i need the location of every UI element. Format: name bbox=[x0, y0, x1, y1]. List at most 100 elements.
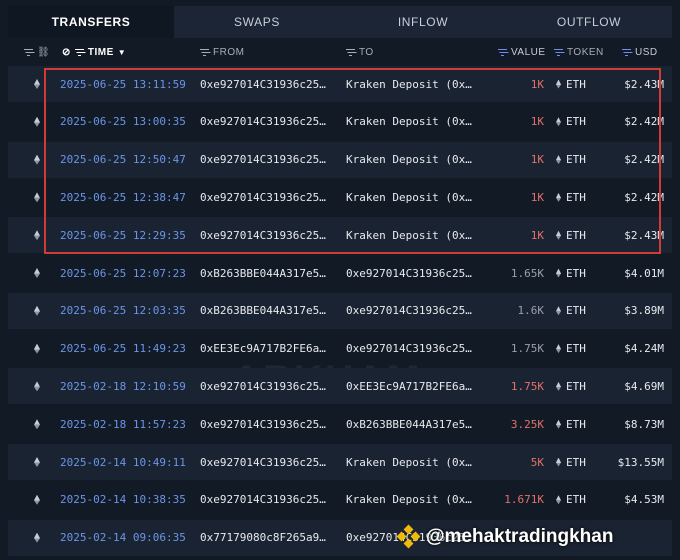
tab-inflow[interactable]: INFLOW bbox=[340, 6, 506, 38]
table-row[interactable]: 2025-06-25 13:00:35 0xe927014C31936c25… Kr… bbox=[8, 104, 672, 140]
eth-token-icon bbox=[556, 155, 561, 165]
filter-active-icon[interactable] bbox=[498, 48, 507, 56]
link-icon[interactable]: ⛓ bbox=[37, 47, 50, 58]
time-link[interactable]: 2025-06-25 12:29:35 bbox=[60, 217, 196, 253]
token-symbol: ETH bbox=[566, 190, 586, 204]
time-link[interactable]: 2025-06-25 12:38:47 bbox=[60, 179, 196, 215]
to-address[interactable]: Kraken Deposit (0x… bbox=[346, 104, 486, 140]
table-row[interactable]: 2025-06-25 12:07:23 0xB263BBE044A317e5… 0x… bbox=[8, 255, 672, 291]
from-address[interactable]: 0xB263BBE044A317e5… bbox=[200, 255, 340, 291]
token-cell[interactable]: ETH bbox=[556, 406, 596, 442]
from-address[interactable]: 0xe927014C31936c25… bbox=[200, 217, 340, 253]
usd-amount: $13.55M bbox=[617, 455, 664, 469]
table-row[interactable]: 2025-06-25 12:03:35 0xB263BBE044A317e5… 0x… bbox=[8, 292, 672, 329]
to-address[interactable]: Kraken Deposit (0x… bbox=[346, 179, 486, 215]
column-header-to[interactable]: TO bbox=[346, 38, 374, 66]
eth-token-icon bbox=[556, 117, 561, 127]
time-link[interactable]: 2025-02-14 10:49:11 bbox=[60, 444, 196, 480]
token-cell[interactable]: ETH bbox=[556, 66, 596, 102]
eth-token-icon bbox=[556, 306, 561, 316]
to-address[interactable]: Kraken Deposit (0x… bbox=[346, 482, 486, 518]
table-row[interactable]: 2025-06-25 12:50:47 0xe927014C31936c25… Kr… bbox=[8, 141, 672, 178]
from-address[interactable]: 0xB263BBE044A317e5… bbox=[200, 293, 340, 329]
table-row[interactable]: 2025-06-25 12:29:35 0xe927014C31936c25… Kr… bbox=[8, 217, 672, 254]
to-address[interactable]: 0xe927014C31936c25… bbox=[346, 255, 486, 291]
usd-amount: $4.53M bbox=[624, 493, 664, 507]
time-link[interactable]: 2025-06-25 13:00:35 bbox=[60, 104, 196, 140]
time-link[interactable]: 2025-02-18 11:57:23 bbox=[60, 406, 196, 442]
eth-token-icon bbox=[556, 268, 561, 278]
eth-token-icon bbox=[556, 79, 561, 89]
usd-amount: $8.73M bbox=[624, 417, 664, 431]
token-symbol: ETH bbox=[566, 379, 586, 393]
time-link[interactable]: 2025-06-25 12:50:47 bbox=[60, 142, 196, 178]
filter-active-icon[interactable] bbox=[622, 48, 631, 56]
table-row[interactable]: 2025-02-14 10:49:11 0xe927014C31936c25… Kr… bbox=[8, 444, 672, 480]
from-address[interactable]: 0xe927014C31936c25… bbox=[200, 104, 340, 140]
usd-amount: $4.01M bbox=[624, 266, 664, 280]
from-address[interactable]: 0xEE3Ec9A717B2FE6a… bbox=[200, 331, 340, 367]
eth-token-icon bbox=[556, 230, 561, 240]
from-address[interactable]: 0xe927014C31936c25… bbox=[200, 444, 340, 480]
eth-chain-icon bbox=[31, 217, 43, 253]
from-address[interactable]: 0xe927014C31936c25… bbox=[200, 66, 340, 102]
from-address[interactable]: 0xe927014C31936c25… bbox=[200, 368, 340, 404]
value-amount: 3.25K bbox=[510, 417, 544, 431]
time-link[interactable]: 2025-06-25 13:11:59 bbox=[60, 66, 196, 102]
to-address[interactable]: 0xe927014C31936c25… bbox=[346, 293, 486, 329]
token-cell[interactable]: ETH bbox=[556, 482, 596, 518]
table-row[interactable]: 2025-02-18 11:57:23 0xe927014C31936c25… 0x… bbox=[8, 406, 672, 442]
token-cell[interactable]: ETH bbox=[556, 217, 596, 253]
tab-transfers[interactable]: TRANSFERS bbox=[8, 6, 174, 38]
column-label-token: TOKEN bbox=[567, 46, 604, 58]
to-address[interactable]: 0xe927014C31936c25… bbox=[346, 331, 486, 367]
token-symbol: ETH bbox=[566, 455, 586, 469]
column-header-value[interactable]: VALUE bbox=[498, 38, 546, 66]
table-row[interactable]: 2025-06-25 11:49:23 0xEE3Ec9A717B2FE6a… 0x… bbox=[8, 331, 672, 367]
to-address[interactable]: 0xEE3Ec9A717B2FE6a… bbox=[346, 368, 486, 404]
token-cell[interactable]: ETH bbox=[556, 444, 596, 480]
column-header-token[interactable]: TOKEN bbox=[554, 38, 604, 66]
token-cell[interactable]: ETH bbox=[556, 179, 596, 215]
table-row[interactable]: 2025-06-25 13:11:59 0xe927014C31936c25… Kr… bbox=[8, 66, 672, 102]
time-link[interactable]: 2025-02-14 10:38:35 bbox=[60, 482, 196, 518]
token-cell[interactable]: ETH bbox=[556, 255, 596, 291]
to-address[interactable]: Kraken Deposit (0x… bbox=[346, 217, 486, 253]
to-address[interactable]: Kraken Deposit (0x… bbox=[346, 142, 486, 178]
from-address[interactable]: 0xe927014C31936c25… bbox=[200, 179, 340, 215]
to-address[interactable]: Kraken Deposit (0x… bbox=[346, 66, 486, 102]
column-header-from[interactable]: FROM bbox=[200, 38, 244, 66]
to-address[interactable]: 0xB263BBE044A317e5… bbox=[346, 406, 486, 442]
from-address[interactable]: 0x77179080c8F265a9… bbox=[200, 520, 340, 556]
filter-icon[interactable] bbox=[200, 48, 209, 56]
tab-outflow[interactable]: OUTFLOW bbox=[506, 6, 672, 38]
sort-desc-icon[interactable]: ▼ bbox=[118, 48, 126, 57]
column-header-time[interactable]: ⊘ TIME ▼ bbox=[62, 38, 126, 66]
token-cell[interactable]: ETH bbox=[556, 331, 596, 367]
token-cell[interactable]: ETH bbox=[556, 142, 596, 178]
token-cell[interactable]: ETH bbox=[556, 104, 596, 140]
time-link[interactable]: 2025-06-25 12:03:35 bbox=[60, 293, 196, 329]
to-address[interactable]: Kraken Deposit (0x… bbox=[346, 444, 486, 480]
filter-active-icon[interactable] bbox=[554, 48, 563, 56]
eth-chain-icon bbox=[31, 368, 43, 404]
from-address[interactable]: 0xe927014C31936c25… bbox=[200, 406, 340, 442]
column-label-value: VALUE bbox=[511, 46, 546, 58]
filter-icon[interactable] bbox=[24, 48, 33, 56]
column-header-usd[interactable]: USD bbox=[622, 38, 658, 66]
tab-swaps[interactable]: SWAPS bbox=[174, 6, 340, 38]
token-cell[interactable]: ETH bbox=[556, 293, 596, 329]
filter-icon[interactable] bbox=[346, 48, 355, 56]
from-address[interactable]: 0xe927014C31936c25… bbox=[200, 142, 340, 178]
from-address[interactable]: 0xe927014C31936c25… bbox=[200, 482, 340, 518]
table-row[interactable]: 2025-02-14 10:38:35 0xe927014C31936c25… Kr… bbox=[8, 482, 672, 518]
hide-icon[interactable]: ⊘ bbox=[62, 47, 71, 58]
time-link[interactable]: 2025-06-25 12:07:23 bbox=[60, 255, 196, 291]
token-cell[interactable]: ETH bbox=[556, 368, 596, 404]
time-link[interactable]: 2025-02-18 12:10:59 bbox=[60, 368, 196, 404]
table-row[interactable]: 2025-02-18 12:10:59 0xe927014C31936c25… 0x… bbox=[8, 368, 672, 405]
table-row[interactable]: 2025-06-25 12:38:47 0xe927014C31936c25… Kr… bbox=[8, 179, 672, 215]
time-link[interactable]: 2025-06-25 11:49:23 bbox=[60, 331, 196, 367]
filter-icon[interactable] bbox=[74, 48, 84, 56]
time-link[interactable]: 2025-02-14 09:06:35 bbox=[60, 520, 196, 556]
